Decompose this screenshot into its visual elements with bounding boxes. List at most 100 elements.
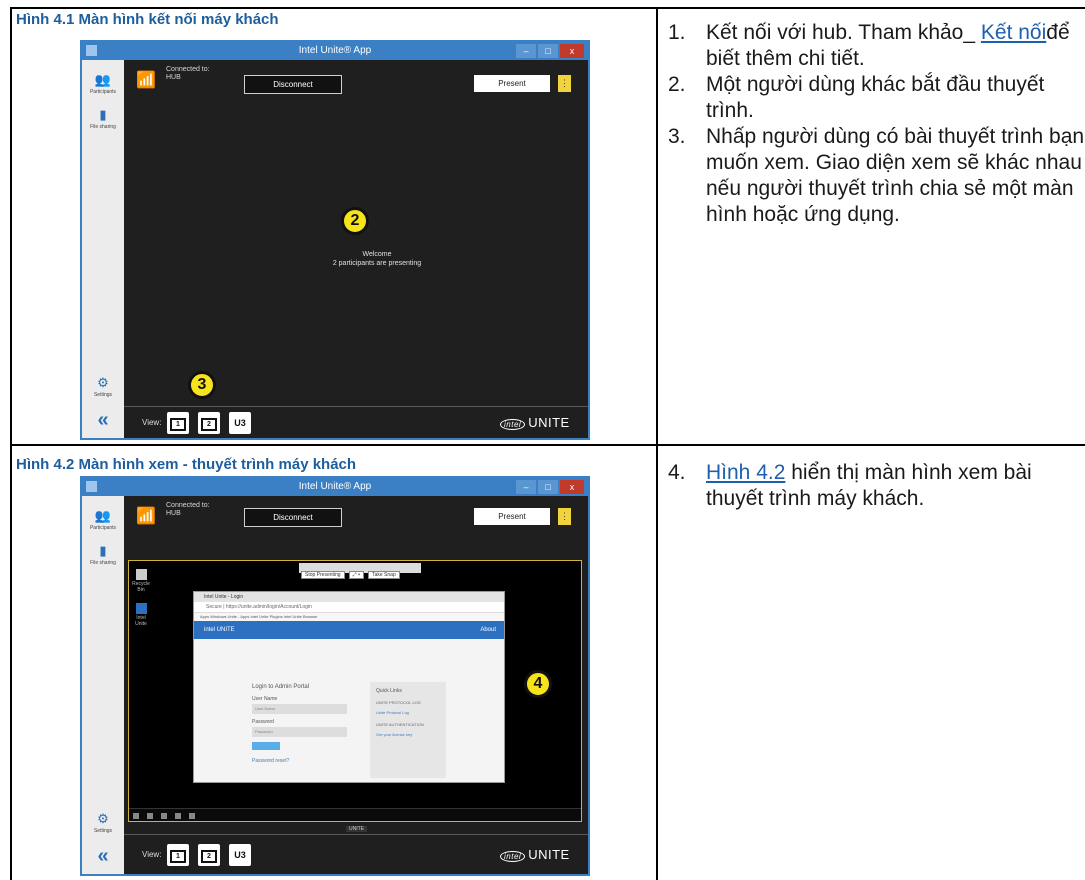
sidebar-item-label: File sharing (90, 124, 116, 130)
view-button-1[interactable]: 1 (167, 844, 189, 866)
callout-marker-4: 4 (524, 670, 552, 698)
unite-wordmark: UNITE (528, 415, 570, 430)
sidebar-item-label: Participants (89, 89, 117, 95)
callout-marker-3: 3 (188, 371, 216, 399)
portal-logo: intel UNITE (204, 627, 235, 633)
file-icon: ▮ (99, 107, 107, 122)
quick-link-heading: UNITE AUTHENTICATION (376, 722, 424, 727)
window-title: Intel Unite® App (298, 45, 372, 56)
sidebar-item-file-sharing[interactable]: ▮ File sharing (82, 543, 124, 566)
recycle-bin-icon (135, 569, 147, 580)
minimize-button[interactable]: – (516, 44, 536, 58)
sidebar-item-label: File sharing (90, 560, 116, 566)
present-button[interactable]: Present (474, 508, 550, 525)
connected-to-label: Connected to: (166, 502, 210, 509)
disconnect-button[interactable]: Disconnect (244, 75, 342, 94)
present-options-button[interactable]: ⋮ (558, 508, 571, 525)
view-button-2[interactable]: 2 (198, 844, 220, 866)
unite-desktop-icon: Intel Unite (131, 603, 151, 627)
start-icon (133, 813, 139, 819)
shared-browser-window: Intel Unite - Login Secure | https://uni… (193, 591, 505, 783)
collapse-sidebar-button[interactable]: « (82, 409, 124, 432)
intel-unite-logo: intel UNITE (500, 847, 570, 862)
unite-app-icon (135, 603, 147, 614)
step-2: 2. Một người dùng khác bắt đầu thuyết tr… (668, 72, 1085, 124)
steps-list-2: 4. Hình 4.2 hiển thị màn hình xem bài th… (668, 460, 1085, 512)
gear-icon: ⚙ (97, 811, 109, 826)
figure-4-2-caption: Hình 4.2 Màn hình xem - thuyết trình máy… (16, 456, 357, 473)
window-titlebar: Intel Unite® App – □ x (82, 42, 588, 60)
connection-status: Connected to: HUB (166, 66, 210, 82)
viewer-toolbar: Stop Presenting ⤢ ▾ Take Snap (299, 563, 421, 579)
password-reset-link: Password reset? (252, 758, 290, 764)
app-window-fig2: Intel Unite® App – □ x 👥 Participants ▮ … (80, 476, 590, 876)
app-window-fig1: Intel Unite® App – □ x 👥 Participants ▮ … (80, 40, 590, 440)
hub-name: HUB (166, 510, 181, 517)
browser-bookmarks-bar: Apps Windows Unite - Apps Intel Unite Pl… (194, 613, 504, 621)
presenting-status: 2 participants are presenting (332, 260, 422, 267)
login-form: Login to Admin Portal User Name User Nam… (252, 684, 347, 764)
view-button-2[interactable]: 2 (198, 412, 220, 434)
quick-links-title: Quick Links (376, 688, 402, 694)
username-label: User Name (252, 696, 278, 702)
desktop-icon-label: Recycle Bin (132, 581, 150, 593)
view-button-u3[interactable]: U3 (229, 412, 251, 434)
step-text: Nhấp người dùng có bài thuyết trình bạn … (706, 125, 1085, 226)
stop-presenting-button[interactable]: Stop Presenting (301, 571, 345, 579)
intel-logo: intel (500, 419, 526, 430)
row-divider (10, 444, 1085, 446)
taskbar-icon (147, 813, 153, 819)
participants-icon: 👥 (94, 72, 112, 87)
quick-link: Get your license key (376, 732, 413, 737)
recycle-bin-desktop-icon: Recycle Bin (131, 569, 151, 593)
login-title: Login to Admin Portal (252, 684, 310, 690)
sidebar-item-label: Settings (93, 828, 113, 834)
step-4: 4. Hình 4.2 hiển thị màn hình xem bài th… (668, 460, 1085, 512)
desktop-icon-label: Intel Unite (135, 615, 147, 627)
close-button[interactable]: x (560, 44, 584, 58)
sidebar-item-participants[interactable]: 👥 Participants (82, 508, 124, 531)
ket-noi-link[interactable]: Kết nối (981, 21, 1046, 44)
step-1: 1. Kết nối với hub. Tham khảo_ Kết nốiđể… (668, 20, 1085, 72)
disconnect-button[interactable]: Disconnect (244, 508, 342, 527)
connected-to-label: Connected to: (166, 66, 210, 73)
step-text: Kết nối với hub. Tham khảo_ (706, 21, 976, 44)
app-icon (86, 45, 97, 56)
step-number: 3. (668, 125, 686, 148)
present-options-button[interactable]: ⋮ (558, 75, 571, 92)
hinh-4-2-link[interactable]: Hình 4.2 (706, 461, 785, 484)
present-button[interactable]: Present (474, 75, 550, 92)
password-field: Password (252, 727, 347, 737)
browser-tab: Intel Unite - Login (194, 592, 504, 602)
fullscreen-button[interactable]: ⤢ ▾ (348, 571, 365, 579)
intel-unite-logo: intel UNITE (500, 415, 570, 430)
collapse-sidebar-button[interactable]: « (82, 845, 124, 868)
close-button[interactable]: x (560, 480, 584, 494)
quick-link-heading: UNITE PROTOCOL LOG (376, 700, 421, 705)
view-label: View: (142, 850, 162, 859)
sidebar-item-file-sharing[interactable]: ▮ File sharing (82, 107, 124, 130)
participants-icon: 👥 (94, 508, 112, 523)
steps-list: 1. Kết nối với hub. Tham khảo_ Kết nốiđể… (668, 20, 1085, 228)
welcome-title: Welcome (362, 251, 392, 258)
sidebar-item-participants[interactable]: 👥 Participants (82, 72, 124, 95)
sidebar: 👥 Participants ▮ File sharing ⚙ Settings… (82, 496, 124, 874)
shared-desktop-taskbar (129, 808, 581, 821)
maximize-button[interactable]: □ (538, 44, 558, 58)
maximize-button[interactable]: □ (538, 480, 558, 494)
gear-icon: ⚙ (97, 375, 109, 390)
view-button-u3[interactable]: U3 (229, 844, 251, 866)
figure-4-1-caption: Hình 4.1 Màn hình kết nối máy khách (16, 11, 279, 28)
view-button-1[interactable]: 1 (167, 412, 189, 434)
sidebar: 👥 Participants ▮ File sharing ⚙ Settings… (82, 60, 124, 438)
unite-wordmark: UNITE (528, 847, 570, 862)
file-icon: ▮ (99, 543, 107, 558)
take-snap-button[interactable]: Take Snap (368, 571, 400, 579)
sidebar-item-settings[interactable]: ⚙ Settings (82, 811, 124, 834)
minimize-button[interactable]: – (516, 480, 536, 494)
sidebar-item-settings[interactable]: ⚙ Settings (82, 375, 124, 398)
intel-logo: intel (500, 851, 526, 862)
shared-screen-viewer[interactable]: Stop Presenting ⤢ ▾ Take Snap Recycle Bin … (128, 560, 582, 822)
login-button (252, 742, 280, 750)
quick-links-panel: Quick Links UNITE PROTOCOL LOG Unite Pro… (370, 682, 446, 778)
